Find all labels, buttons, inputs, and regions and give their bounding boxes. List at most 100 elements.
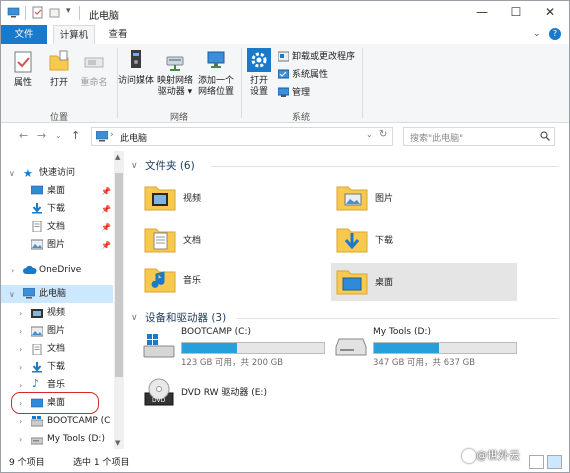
- folder-tile-documents[interactable]: 文档: [143, 221, 323, 259]
- watermark-logo-icon: [462, 449, 476, 463]
- nav-quick-documents[interactable]: 文档: [47, 219, 65, 235]
- onedrive-cloud-icon: [23, 265, 37, 274]
- expand-chevron-icon[interactable]: ›: [19, 417, 22, 426]
- up-arrow-icon[interactable]: ↑: [71, 129, 80, 142]
- folder-tile-desktop-selected[interactable]: 桌面: [331, 263, 517, 301]
- address-path: 此电脑: [120, 134, 148, 144]
- computer-icon: [96, 131, 108, 142]
- access-media-button[interactable]: 访问媒体: [116, 48, 156, 87]
- music-folder-icon: [144, 268, 176, 293]
- scroll-up-icon[interactable]: ▲: [115, 153, 120, 161]
- expand-chevron-icon[interactable]: ›: [19, 309, 22, 318]
- drive-tile-bootcamp[interactable]: BOOTCAMP (C:) 123 GB 可用，共 200 GB: [143, 327, 329, 368]
- expand-chevron-icon[interactable]: ›: [19, 399, 22, 408]
- refresh-icon[interactable]: ↻: [379, 129, 387, 140]
- scrollbar-thumb[interactable]: [115, 173, 123, 377]
- nav-quick-desktop[interactable]: 桌面: [47, 183, 65, 199]
- drives-section-title[interactable]: 设备和驱动器 (3): [145, 310, 226, 325]
- folder-tile-videos[interactable]: 视频: [143, 179, 323, 217]
- details-view-button[interactable]: [529, 455, 544, 469]
- drive-usage-bar: [181, 342, 325, 354]
- tab-file[interactable]: 文件: [1, 25, 47, 44]
- nav-onedrive[interactable]: OneDrive: [39, 262, 81, 278]
- explorer-window: ▾ 此电脑 — ☐ ✕ 文件 计算机 查看 ⌄ ? 属性 打开 重命名 位置 访…: [0, 0, 570, 473]
- collapse-chevron-icon[interactable]: ∨: [9, 290, 15, 299]
- add-location-label-1: 添加一个: [197, 76, 234, 86]
- folder-tile-music[interactable]: 音乐: [143, 261, 323, 299]
- expand-chevron-icon[interactable]: ›: [19, 327, 22, 336]
- address-bar-row: ← → ⌄ ↑ › 此电脑 ⌄ ↻ 搜索"此电脑": [1, 123, 569, 150]
- section-collapse-chevron-icon[interactable]: ∨: [131, 161, 138, 171]
- help-button[interactable]: ?: [549, 28, 561, 40]
- open-button[interactable]: 打开: [45, 50, 73, 89]
- nav-quick-pictures[interactable]: 图片: [47, 237, 65, 253]
- maximize-button[interactable]: ☐: [499, 1, 533, 25]
- folder-tile-downloads[interactable]: 下载: [335, 221, 515, 259]
- desktop-icon: [31, 398, 43, 408]
- pin-icon[interactable]: 📌: [101, 223, 111, 232]
- close-button[interactable]: ✕: [533, 1, 567, 25]
- expand-chevron-icon[interactable]: ›: [19, 435, 22, 444]
- nav-pc-mytools[interactable]: My Tools (D:): [47, 431, 105, 447]
- content-pane: ∨ 文件夹 (6) 视频 图片 文档 下载 音乐 桌面 ∨ 设备和驱动器 (3)…: [125, 151, 569, 451]
- address-field[interactable]: › 此电脑 ⌄ ↻: [91, 127, 393, 146]
- drive-tile-dvd[interactable]: DVD DVD RW 驱动器 (E:): [143, 377, 329, 413]
- network-group-label: 网络: [169, 113, 188, 123]
- expand-chevron-icon[interactable]: ›: [19, 345, 22, 354]
- nav-quick-downloads[interactable]: 下载: [47, 201, 65, 217]
- scroll-down-icon[interactable]: ▼: [115, 439, 120, 447]
- new-folder-icon[interactable]: [48, 6, 61, 19]
- nav-pc-desktop[interactable]: 桌面: [47, 395, 65, 411]
- expand-chevron-icon[interactable]: ›: [19, 381, 22, 390]
- recent-locations-chevron-icon[interactable]: ⌄: [55, 131, 62, 140]
- collapse-chevron-icon[interactable]: ∨: [9, 169, 15, 178]
- uninstall-programs-button[interactable]: 卸载或更改程序: [278, 50, 355, 64]
- desktop-icon: [31, 185, 43, 195]
- location-group-label: 位置: [49, 113, 68, 123]
- rename-icon: [84, 57, 104, 68]
- rename-button[interactable]: 重命名: [79, 50, 109, 89]
- large-icons-view-button[interactable]: [547, 455, 562, 469]
- nav-this-pc[interactable]: 此电脑: [39, 286, 66, 302]
- breadcrumb-chevron-icon[interactable]: ›: [110, 130, 114, 140]
- tab-view[interactable]: 查看: [101, 25, 135, 44]
- pin-icon[interactable]: 📌: [101, 241, 111, 250]
- minimize-button[interactable]: —: [465, 1, 499, 25]
- properties-button[interactable]: 属性: [9, 50, 37, 89]
- folder-tile-pictures[interactable]: 图片: [335, 179, 515, 217]
- svg-text:DVD: DVD: [152, 397, 166, 404]
- map-drive-label-1: 映射网络: [156, 76, 193, 86]
- separator: [25, 6, 26, 20]
- nav-scrollbar[interactable]: ▲ ▼: [114, 151, 124, 449]
- customize-qa-chevron-icon[interactable]: ▾: [66, 6, 71, 16]
- search-placeholder: 搜索"此电脑": [410, 134, 464, 144]
- pin-icon[interactable]: 📌: [101, 187, 111, 196]
- nav-pc-bootcamp[interactable]: BOOTCAMP (C: [47, 413, 110, 429]
- drive-usage-bar: [373, 342, 517, 354]
- nav-pc-music[interactable]: 音乐: [47, 377, 65, 393]
- nav-pc-downloads[interactable]: 下载: [47, 359, 65, 375]
- tab-computer[interactable]: 计算机: [53, 25, 95, 45]
- system-properties-button[interactable]: 系统属性: [278, 68, 328, 82]
- expand-chevron-icon[interactable]: ›: [11, 266, 14, 275]
- properties-icon[interactable]: [31, 6, 44, 19]
- nav-quick-access[interactable]: 快速访问: [39, 165, 75, 181]
- nav-pc-videos[interactable]: 视频: [47, 305, 65, 321]
- section-collapse-chevron-icon[interactable]: ∨: [131, 313, 138, 323]
- nav-pc-documents[interactable]: 文档: [47, 341, 65, 357]
- folders-section-title[interactable]: 文件夹 (6): [145, 158, 195, 173]
- nav-pc-pictures[interactable]: 图片: [47, 323, 65, 339]
- expand-ribbon-icon[interactable]: ⌄: [533, 29, 541, 39]
- back-arrow-icon[interactable]: ←: [19, 129, 28, 142]
- add-network-location-button[interactable]: 添加一个 网络位置: [195, 48, 237, 98]
- pin-icon[interactable]: 📌: [101, 205, 111, 214]
- open-settings-button[interactable]: 打开 设置: [245, 48, 273, 98]
- forward-arrow-icon[interactable]: →: [37, 129, 46, 142]
- drive-tile-mytools[interactable]: My Tools (D:) 347 GB 可用，共 637 GB: [335, 327, 521, 368]
- search-input[interactable]: 搜索"此电脑": [403, 127, 555, 146]
- section-divider: [237, 318, 559, 319]
- expand-chevron-icon[interactable]: ›: [19, 363, 22, 372]
- map-network-drive-button[interactable]: 映射网络 驱动器 ▾: [154, 48, 196, 98]
- address-dropdown-icon[interactable]: ⌄: [366, 130, 373, 139]
- manage-button[interactable]: 管理: [278, 86, 310, 100]
